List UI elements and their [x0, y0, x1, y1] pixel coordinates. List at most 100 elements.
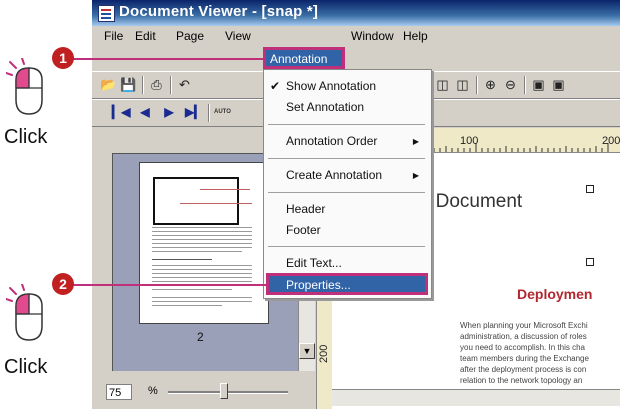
document-body-line: you need to accomplish. In this cha [460, 343, 585, 352]
page-next-icon[interactable]: ◫ [454, 76, 471, 93]
ruler-label-200: 200 [602, 135, 620, 147]
menu-file[interactable]: File [104, 29, 123, 43]
auto-fit-button[interactable]: AUTO [214, 104, 231, 121]
thumb-text-line [152, 251, 242, 252]
toolbar-separator [208, 104, 210, 122]
thumb-text-line [200, 189, 250, 190]
thumb-text-line [152, 247, 252, 248]
document-body-line: administration, a discussion of roles [460, 332, 587, 341]
toolbar-separator [142, 76, 144, 94]
thumb-text-line [152, 231, 252, 232]
thumb-text-line [152, 301, 252, 302]
thumb-text-line [152, 273, 252, 274]
undo-icon[interactable]: ↶ [176, 76, 193, 93]
menu-separator [268, 192, 425, 193]
menu-window[interactable]: Window [351, 29, 394, 43]
document-body-line: team members during the Exchange [460, 354, 589, 363]
mouse-click-icon [6, 284, 43, 341]
menu-bar: File Edit Page View Window Help [92, 26, 620, 46]
open-folder-icon[interactable]: 📂 [100, 76, 117, 93]
view-area-rectangle[interactable] [153, 177, 239, 225]
document-subheading: Deploymen [517, 286, 593, 302]
annotation-dropdown-menu: ✔ Show Annotation Set Annotation Annotat… [263, 69, 432, 299]
fit-page-icon[interactable]: ▣ [530, 76, 547, 93]
menu-item-properties[interactable]: Properties... [266, 273, 428, 295]
menu-edit[interactable]: Edit [135, 29, 156, 43]
submenu-arrow-icon: ▶ [412, 171, 419, 180]
first-page-icon[interactable]: ▎◀ [112, 104, 130, 121]
thumb-text-line [152, 235, 252, 236]
thumb-text-line [152, 243, 252, 244]
menu-separator [268, 246, 425, 247]
thumb-text-line [152, 239, 252, 240]
menu-annotation-label: Annotation [270, 52, 328, 66]
auto-fit-label: AUTO [214, 109, 231, 115]
menu-separator [268, 158, 425, 159]
zoom-slider-thumb[interactable] [220, 383, 228, 399]
last-page-icon[interactable]: ▶▎ [185, 104, 203, 121]
toolbar-separator [524, 76, 526, 94]
thumb-text-line [152, 269, 252, 270]
annotation-handle[interactable] [586, 185, 594, 193]
thumb-text-line [180, 203, 252, 204]
window-title: Document Viewer - [snap *] [119, 3, 319, 20]
zoom-out-icon[interactable]: ⊖ [502, 76, 519, 93]
zoom-in-icon[interactable]: ⊕ [482, 76, 499, 93]
thumb-text-line [152, 227, 252, 228]
document-body-line: after the deployment process is con [460, 365, 587, 374]
menu-item-footer[interactable]: Footer [286, 223, 321, 237]
annotation-handle[interactable] [586, 258, 594, 266]
thumb-text-line [152, 289, 232, 290]
fit-width-icon[interactable]: ▣ [550, 76, 567, 93]
toolbar-separator [170, 76, 172, 94]
submenu-arrow-icon: ▶ [412, 137, 419, 146]
click-label-1: Click [4, 126, 48, 148]
step-1-badge: 1 [52, 47, 74, 69]
thumb-text-line [152, 259, 212, 260]
document-horizontal-scrollbar[interactable] [332, 389, 620, 406]
click-label-2: Click [4, 356, 48, 378]
scroll-down-arrow-icon[interactable]: ▼ [299, 343, 315, 359]
ruler-label-100: 100 [460, 135, 479, 147]
zoom-slider-track[interactable] [168, 391, 288, 394]
menu-item-show-annotation[interactable]: Show Annotation [286, 79, 376, 93]
page-thumbnail[interactable] [139, 162, 269, 324]
next-page-icon[interactable]: ▶ [162, 104, 176, 121]
save-icon[interactable]: 💾 [120, 76, 137, 93]
zoom-control-bar: 75 % [92, 371, 316, 409]
page-forward-icon[interactable]: ◫ [434, 76, 451, 93]
document-app-icon [98, 5, 115, 22]
horizontal-ruler: 100 200 [412, 128, 620, 153]
thumb-text-line [152, 277, 252, 278]
ruler-ticks [415, 143, 609, 152]
menu-item-annotation-order[interactable]: Annotation Order [286, 134, 377, 148]
menu-view[interactable]: View [225, 29, 251, 43]
ruler-label-v200: 200 [318, 344, 330, 363]
thumbnail-page-number: 2 [197, 330, 204, 344]
toolbar-separator [476, 76, 478, 94]
zoom-input[interactable]: 75 [106, 384, 132, 400]
menu-annotation[interactable]: Annotation [263, 47, 345, 69]
step-2-badge: 2 [52, 273, 74, 295]
thumb-text-line [152, 265, 252, 266]
zoom-unit-label: % [148, 385, 158, 397]
menu-item-set-annotation[interactable]: Set Annotation [286, 100, 364, 114]
menu-item-create-annotation[interactable]: Create Annotation [286, 168, 382, 182]
checkmark-icon: ✔ [270, 79, 281, 93]
thumb-text-line [152, 281, 252, 282]
previous-page-icon[interactable]: ◀ [138, 104, 152, 121]
mouse-click-icon [6, 58, 43, 115]
thumb-text-line [152, 297, 252, 298]
menu-page[interactable]: Page [176, 29, 204, 43]
document-heading: r Document [424, 191, 523, 212]
thumb-text-line [152, 305, 222, 306]
menu-help[interactable]: Help [403, 29, 428, 43]
menu-separator [268, 124, 425, 125]
print-icon[interactable]: ⎙ [148, 76, 165, 93]
document-body-line: When planning your Microsoft Exchi [460, 321, 588, 330]
callout-leader-line [72, 58, 263, 60]
menu-item-properties-label: Properties... [286, 278, 351, 292]
menu-item-edit-text[interactable]: Edit Text... [286, 256, 342, 270]
menu-item-header[interactable]: Header [286, 202, 325, 216]
document-body-line: relation to the network topology an [460, 376, 583, 385]
